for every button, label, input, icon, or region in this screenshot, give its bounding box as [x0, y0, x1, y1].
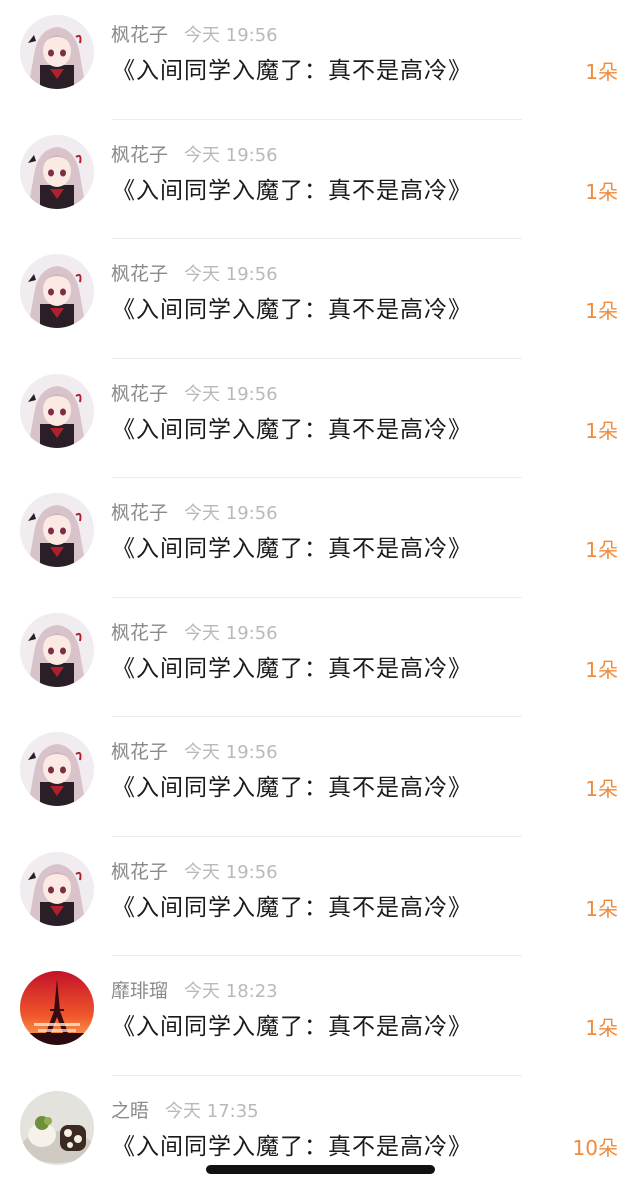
gift-record-row[interactable]: 枫花子 今天 19:56 《入间同学入魔了：真不是高冷》 1朵	[0, 120, 640, 239]
book-title[interactable]: 《入间同学入魔了：真不是高冷》	[112, 1007, 472, 1041]
flower-count: 1朵	[585, 179, 618, 204]
gift-record-row[interactable]: 枫花子 今天 19:56 《入间同学入魔了：真不是高冷》 1朵	[0, 837, 640, 956]
user-name[interactable]: 枫花子	[111, 741, 168, 763]
flower-count: 10朵	[572, 1135, 618, 1160]
gift-record-row[interactable]: 枫花子 今天 19:56 《入间同学入魔了：真不是高冷》 1朵	[0, 478, 640, 598]
record-meta: 靡琲瑠 今天 18:23	[111, 979, 278, 1003]
flower-count: 1朵	[585, 60, 618, 84]
user-name[interactable]: 枫花子	[111, 144, 168, 166]
record-meta: 之晤 今天 17:35	[111, 1099, 259, 1123]
book-title[interactable]: 《入间同学入魔了：真不是高冷》	[112, 768, 472, 802]
gift-record-row[interactable]: 靡琲瑠 今天 18:23 《入间同学入魔了：真不是高冷》 1朵	[0, 956, 640, 1076]
flower-count: 1朵	[585, 777, 618, 801]
book-title[interactable]: 《入间同学入魔了：真不是高冷》	[112, 290, 472, 324]
record-meta: 枫花子 今天 19:56	[111, 262, 278, 286]
user-avatar[interactable]	[20, 254, 94, 328]
user-name[interactable]: 枫花子	[111, 622, 168, 644]
flower-count: 1朵	[585, 538, 618, 562]
user-avatar[interactable]	[20, 612, 94, 687]
book-title[interactable]: 《入间同学入魔了：真不是高冷》	[112, 649, 472, 683]
flower-count: 1朵	[585, 657, 618, 682]
book-title[interactable]: 《入间同学入魔了：真不是高冷》	[112, 529, 472, 563]
user-name[interactable]: 枫花子	[111, 263, 168, 285]
user-name[interactable]: 枫花子	[111, 24, 168, 46]
user-avatar[interactable]	[20, 851, 94, 926]
record-meta: 枫花子 今天 19:56	[111, 860, 278, 884]
record-meta: 枫花子 今天 19:56	[111, 382, 278, 406]
record-meta: 枫花子 今天 19:56	[111, 23, 278, 47]
book-title[interactable]: 《入间同学入魔了：真不是高冷》	[112, 171, 472, 205]
book-title[interactable]: 《入间同学入魔了：真不是高冷》	[112, 888, 472, 922]
user-name[interactable]: 枫花子	[111, 502, 168, 524]
timestamp: 今天 19:56	[184, 503, 278, 524]
gift-record-row[interactable]: 枫花子 今天 19:56 《入间同学入魔了：真不是高冷》 1朵	[0, 717, 640, 837]
gift-record-row[interactable]: 枫花子 今天 19:56 《入间同学入魔了：真不是高冷》 1朵	[0, 359, 640, 478]
user-avatar[interactable]	[20, 15, 94, 89]
timestamp: 今天 19:56	[184, 25, 278, 46]
gift-record-row[interactable]: 枫花子 今天 19:56 《入间同学入魔了：真不是高冷》 1朵	[0, 239, 640, 359]
flower-count: 1朵	[585, 896, 618, 921]
flower-count: 1朵	[585, 418, 618, 443]
user-avatar[interactable]	[20, 134, 94, 209]
user-avatar[interactable]	[20, 732, 94, 806]
record-meta: 枫花子 今天 19:56	[111, 143, 278, 167]
timestamp: 今天 17:35	[165, 1100, 259, 1122]
book-title[interactable]: 《入间同学入魔了：真不是高冷》	[112, 1127, 472, 1161]
timestamp: 今天 19:56	[184, 622, 278, 644]
timestamp: 今天 19:56	[184, 383, 278, 405]
timestamp: 今天 18:23	[184, 981, 278, 1002]
home-indicator[interactable]	[206, 1165, 435, 1174]
user-avatar[interactable]	[20, 971, 94, 1045]
user-avatar[interactable]	[20, 1090, 94, 1165]
timestamp: 今天 19:56	[184, 742, 278, 763]
user-avatar[interactable]	[20, 493, 94, 567]
user-name[interactable]: 枫花子	[111, 383, 168, 405]
gift-list: 枫花子 今天 19:56 《入间同学入魔了：真不是高冷》 1朵 枫花子 今天 19:56 《…	[0, 0, 640, 1187]
record-meta: 枫花子 今天 19:56	[111, 740, 278, 764]
timestamp: 今天 19:56	[184, 861, 278, 883]
user-avatar[interactable]	[20, 373, 94, 448]
gift-record-row[interactable]: 枫花子 今天 19:56 《入间同学入魔了：真不是高冷》 1朵	[0, 598, 640, 717]
timestamp: 今天 19:56	[184, 144, 278, 166]
user-name[interactable]: 之晤	[111, 1100, 149, 1122]
flower-count: 1朵	[585, 1016, 618, 1040]
book-title[interactable]: 《入间同学入魔了：真不是高冷》	[112, 51, 472, 85]
timestamp: 今天 19:56	[184, 264, 278, 285]
book-title[interactable]: 《入间同学入魔了：真不是高冷》	[112, 410, 472, 444]
flower-count: 1朵	[585, 299, 618, 323]
gift-record-row[interactable]: 枫花子 今天 19:56 《入间同学入魔了：真不是高冷》 1朵	[0, 0, 640, 120]
record-meta: 枫花子 今天 19:56	[111, 501, 278, 525]
user-name[interactable]: 枫花子	[111, 861, 168, 883]
user-name[interactable]: 靡琲瑠	[111, 980, 168, 1002]
record-meta: 枫花子 今天 19:56	[111, 621, 278, 645]
